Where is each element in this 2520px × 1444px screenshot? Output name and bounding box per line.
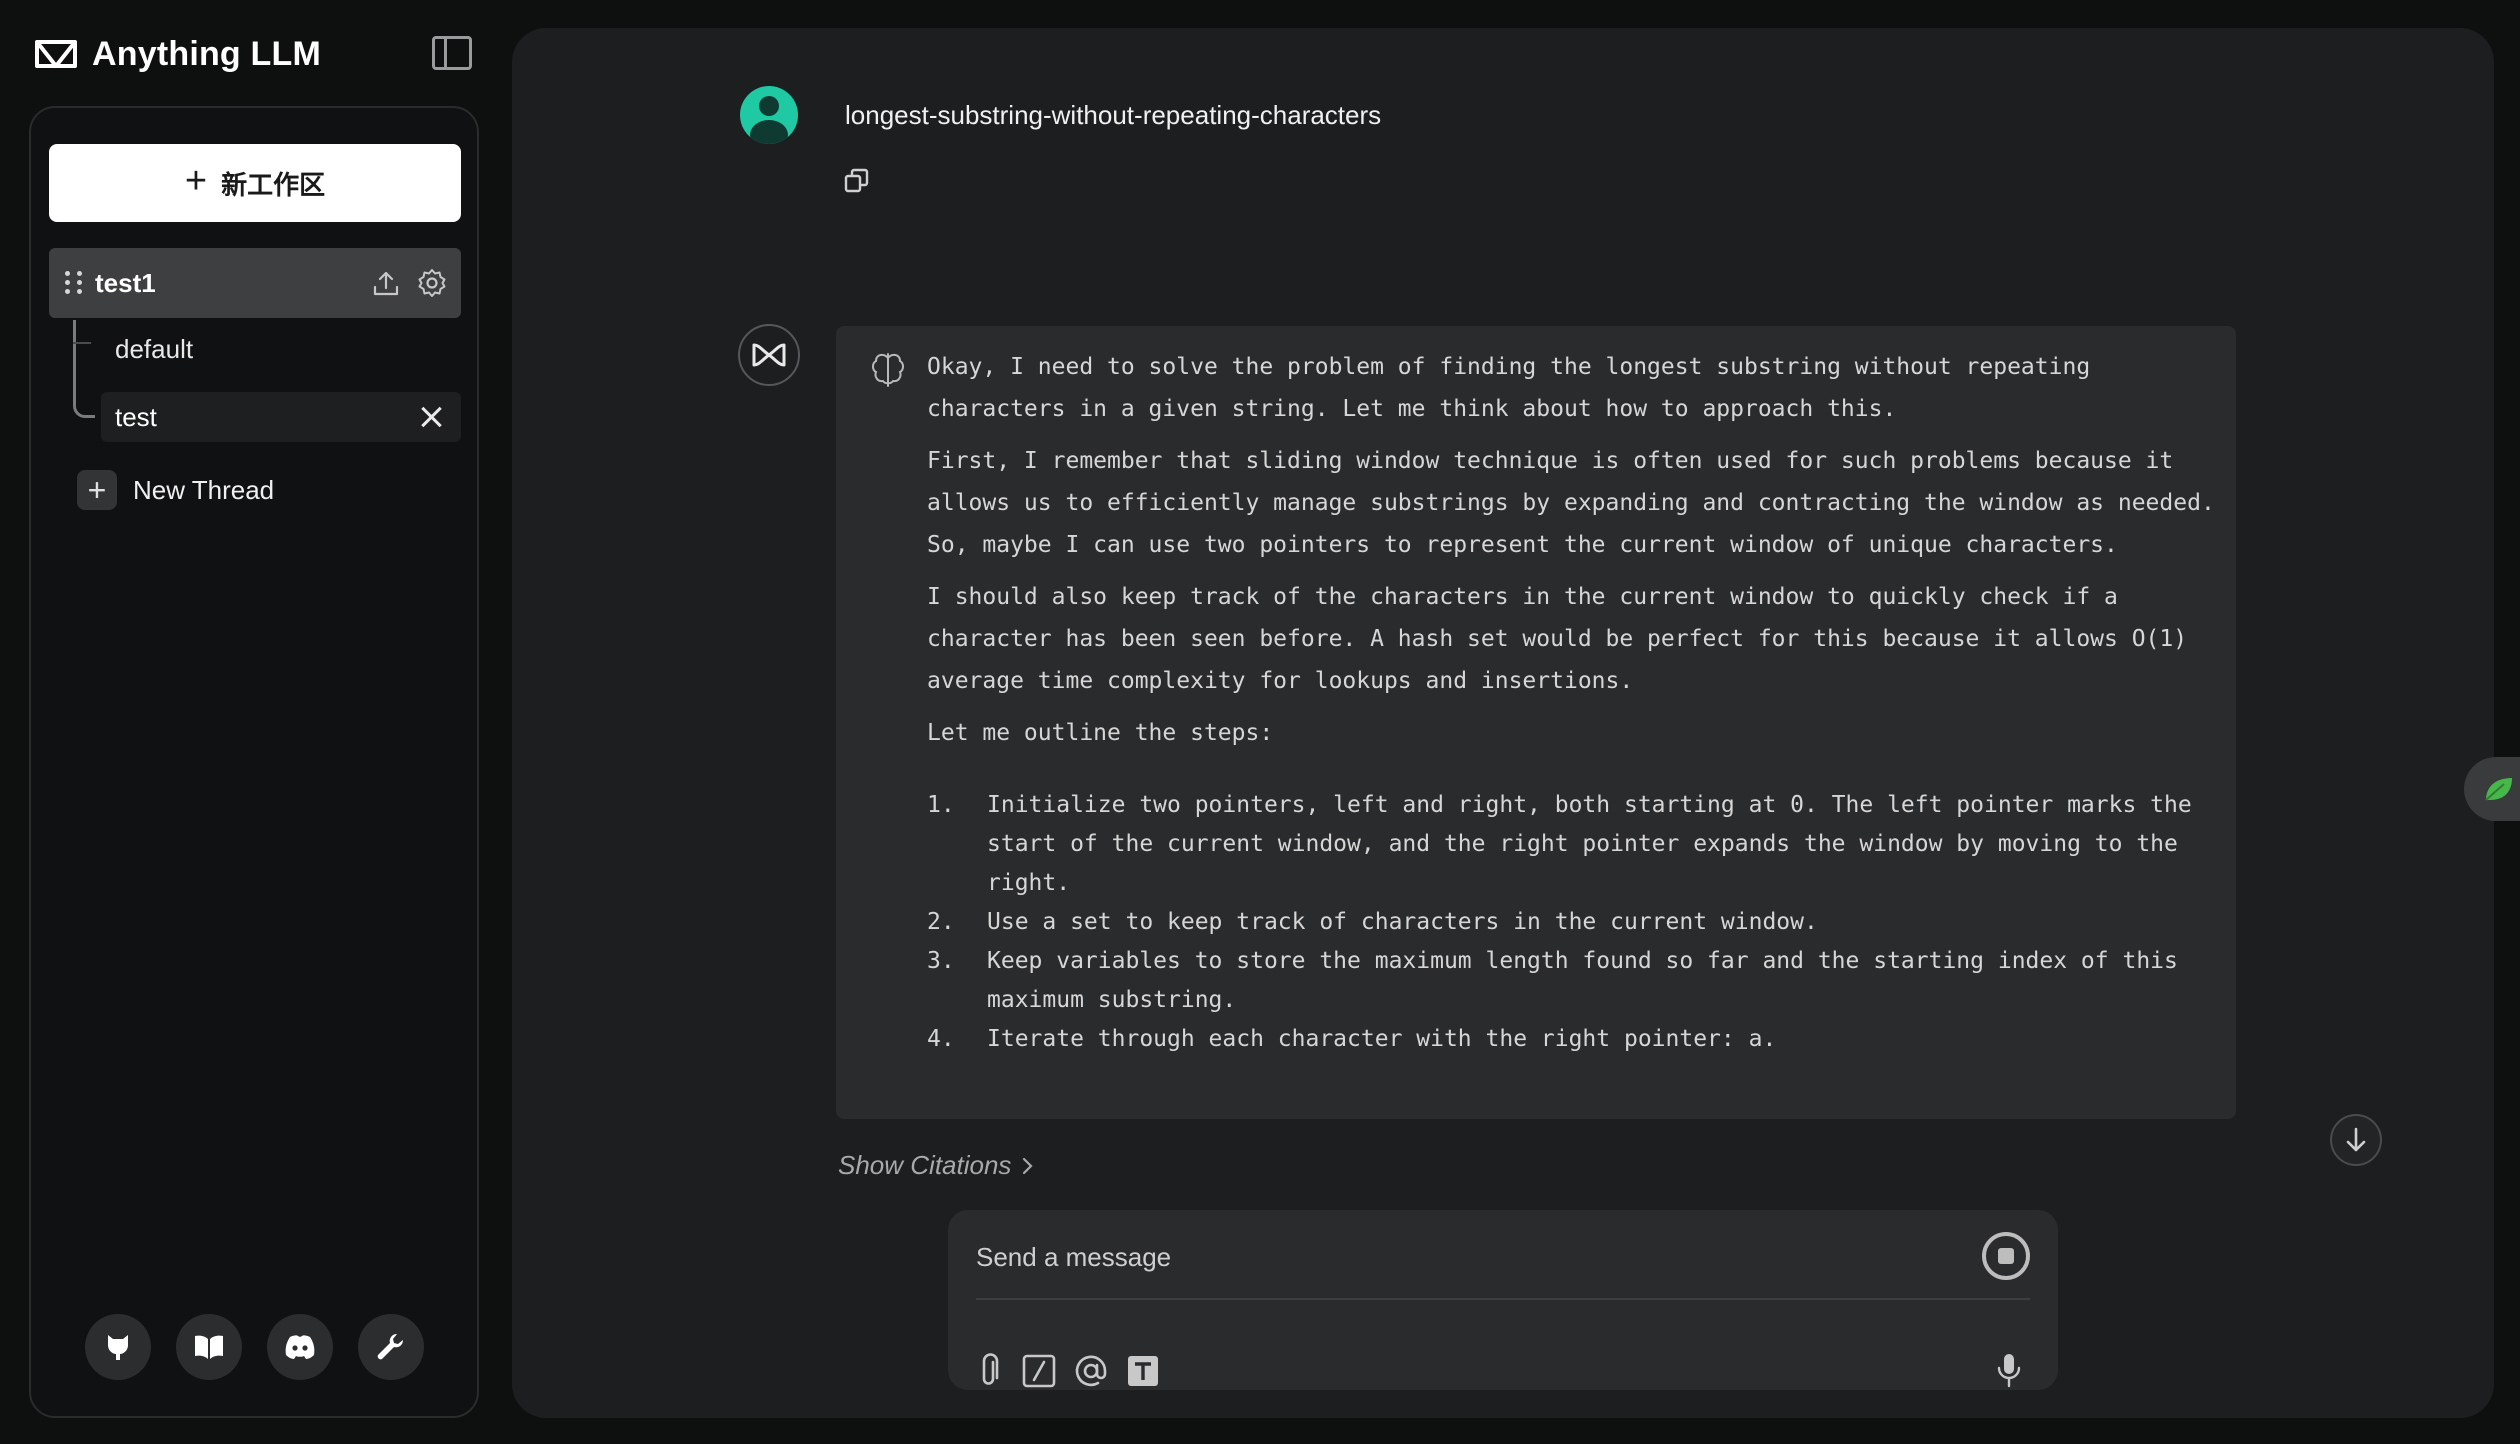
step-number: 1.: [927, 792, 955, 818]
drag-handle-icon[interactable]: [65, 271, 83, 295]
step-number: 4.: [927, 1026, 955, 1052]
wrench-icon[interactable]: [358, 1314, 424, 1380]
plus-icon: +: [184, 160, 208, 202]
brand: Anything LLM: [34, 30, 321, 78]
step-text: Use a set to keep track of characters in…: [987, 909, 1818, 935]
step-number: 3.: [927, 948, 955, 974]
copy-icon[interactable]: [842, 166, 872, 196]
thread-label: test: [115, 401, 157, 432]
thought-text: Okay, I need to solve the problem of fin…: [927, 346, 2217, 1059]
thought-step: 3. Keep variables to store the maximum l…: [927, 942, 2217, 1020]
leaf-icon: [2485, 778, 2512, 801]
composer-divider: [976, 1298, 2030, 1300]
thought-paragraph: First, I remember that sliding window te…: [927, 448, 2215, 558]
new-workspace-button[interactable]: + 新工作区: [49, 144, 461, 222]
paperclip-icon[interactable]: [970, 1352, 1008, 1390]
thread-tree-branch: [73, 324, 91, 344]
chevron-right-icon: [1023, 1157, 1033, 1174]
book-icon[interactable]: [176, 1314, 242, 1380]
thread-item-default[interactable]: default: [115, 334, 193, 365]
sidebar: + 新工作区 test1 default test + New Thread: [29, 106, 479, 1418]
text-format-icon[interactable]: [1124, 1352, 1162, 1390]
anythingllm-logo-icon: [35, 40, 77, 68]
gear-icon[interactable]: [415, 266, 449, 300]
stop-icon[interactable]: [1982, 1232, 2030, 1280]
chat-panel: longest-substring-without-repeating-char…: [512, 28, 2494, 1418]
new-thread-button[interactable]: + New Thread: [77, 470, 274, 510]
message-input[interactable]: [976, 1232, 1876, 1282]
step-number: 2.: [927, 909, 955, 935]
plus-icon: +: [77, 470, 117, 510]
arrow-down-icon: [2346, 1127, 2366, 1152]
step-text: Keep variables to store the maximum leng…: [987, 948, 2178, 1013]
thought-step: 4. Iterate through each character with t…: [927, 1020, 2217, 1059]
microphone-icon[interactable]: [1990, 1352, 2028, 1390]
user-message: longest-substring-without-repeating-char…: [845, 100, 1382, 130]
workspace-name: test1: [95, 267, 156, 298]
thought-step: 2. Use a set to keep track of characters…: [927, 903, 2217, 942]
close-icon[interactable]: [411, 397, 451, 437]
show-citations-button[interactable]: Show Citations: [838, 1150, 1035, 1181]
scroll-down-button[interactable]: [2330, 1114, 2382, 1166]
thought-paragraph: I should also keep track of the characte…: [927, 584, 2188, 694]
assistant-avatar: [738, 324, 800, 386]
github-icon[interactable]: [85, 1314, 151, 1380]
thread-item-test[interactable]: test: [101, 392, 461, 442]
slash-command-icon[interactable]: [1020, 1352, 1058, 1390]
thought-paragraph: Okay, I need to solve the problem of fin…: [927, 354, 2091, 422]
step-text: Initialize two pointers, left and right,…: [987, 792, 2192, 896]
thought-paragraph: Let me outline the steps:: [927, 720, 1274, 746]
brand-name: Anything LLM: [92, 34, 322, 73]
upload-icon[interactable]: [369, 266, 403, 300]
message-composer: [948, 1210, 2058, 1390]
brain-icon[interactable]: [870, 350, 906, 390]
new-thread-label: New Thread: [133, 474, 275, 505]
user-avatar: [740, 86, 798, 144]
discord-icon[interactable]: [267, 1314, 333, 1380]
step-text: Iterate through each character with the …: [987, 1026, 1777, 1052]
show-citations-label: Show Citations: [838, 1150, 1012, 1180]
workspace-item[interactable]: test1: [49, 248, 461, 318]
thought-box: Okay, I need to solve the problem of fin…: [836, 326, 2236, 1119]
floating-assistant-button[interactable]: [2464, 757, 2520, 821]
sidebar-toggle-icon[interactable]: [432, 36, 472, 70]
new-workspace-label: 新工作区: [221, 169, 326, 200]
anythingllm-logo-icon: [752, 343, 786, 367]
thought-step: 1. Initialize two pointers, left and rig…: [927, 786, 2217, 903]
at-mention-icon[interactable]: [1072, 1352, 1110, 1390]
